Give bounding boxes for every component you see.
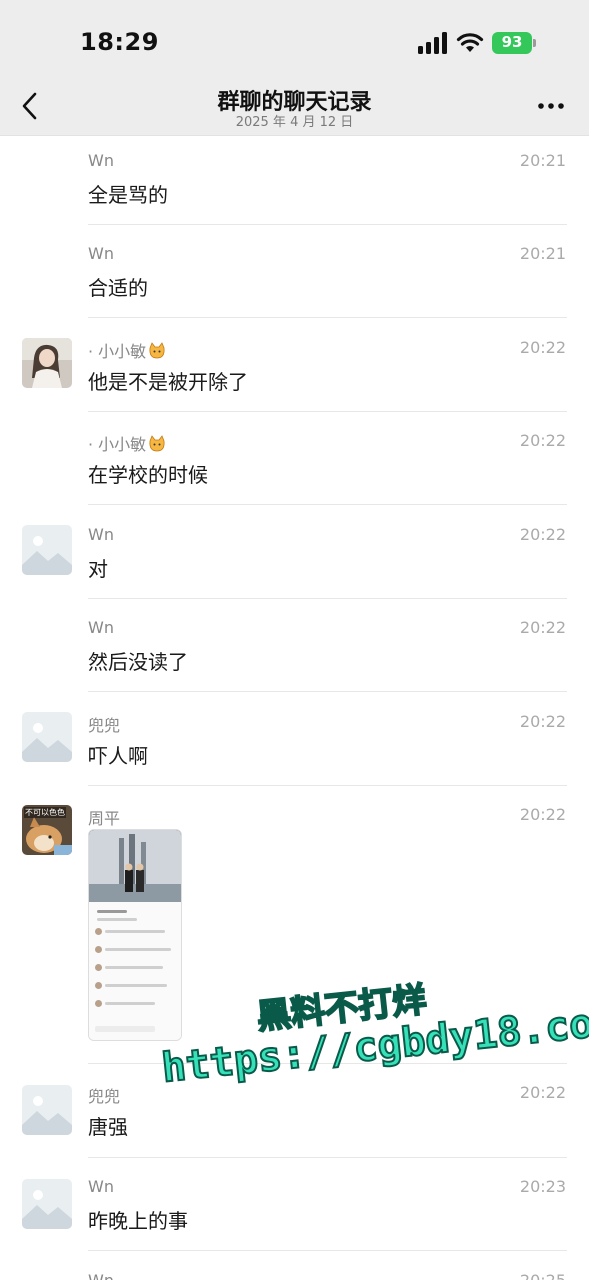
image-attachment[interactable] [88, 829, 182, 1041]
message-time: 20:22 [519, 338, 566, 357]
sender-name: Wn [88, 1271, 114, 1280]
message-time: 20:22 [519, 805, 566, 824]
message-text: 唐强 [88, 1115, 128, 1139]
page-subtitle-date: 2025 年 4 月 12 日 [235, 115, 354, 130]
avatar-placeholder[interactable] [22, 1085, 72, 1135]
chat-message[interactable]: · 小小敏 20:22 他是不是被开除了 [0, 324, 589, 417]
sender-name: Wn [88, 151, 114, 170]
sender-name: Wn [88, 1177, 114, 1196]
message-divider [88, 1250, 567, 1251]
chat-message[interactable]: Wn 20:22 然后没读了 [0, 604, 589, 697]
message-time: 20:25 [520, 1271, 566, 1280]
chat-message[interactable]: Wn 20:21 全是骂的 [0, 137, 589, 230]
message-divider [88, 785, 567, 786]
message-divider [88, 1063, 567, 1064]
message-time: 20:22 [519, 1083, 566, 1102]
avatar-placeholder[interactable] [22, 1179, 72, 1229]
message-time: 20:23 [519, 1177, 566, 1196]
message-time: 20:22 [519, 525, 566, 544]
chat-message[interactable]: 不可以色色 周平 20:22 [0, 791, 589, 1064]
chat-message[interactable]: 兜兜 20:22 吓人啊 [0, 698, 589, 791]
message-time: 20:22 [519, 712, 566, 731]
battery-level: 93 [501, 33, 523, 51]
avatar-placeholder[interactable] [22, 525, 72, 575]
message-time: 20:21 [519, 244, 566, 263]
status-bar: 18:29 93 [0, 0, 589, 80]
message-divider [88, 411, 567, 412]
message-text: 对 [88, 557, 108, 581]
sender-name: · 小小敏 [88, 431, 166, 455]
sender-name: 兜兜 [88, 716, 121, 735]
avatar-placeholder[interactable] [22, 712, 72, 762]
status-time: 18:29 [80, 28, 159, 56]
wifi-icon [456, 33, 484, 52]
attachment-comment-sheet [89, 902, 181, 1040]
message-time: 20:21 [519, 151, 566, 170]
message-text: 吓人啊 [88, 744, 148, 768]
message-text: 然后没读了 [88, 650, 188, 674]
message-text: 全是骂的 [88, 183, 168, 207]
message-text: 合适的 [88, 276, 148, 300]
sender-name: · 小小敏 [88, 338, 166, 362]
message-text: 昨晚上的事 [88, 1209, 188, 1233]
message-time: 20:22 [519, 618, 566, 637]
nav-bar: 群聊的聊天记录 2025 年 4 月 12 日 [0, 80, 589, 136]
battery-icon: 93 [492, 32, 536, 54]
message-time: 20:22 [519, 431, 566, 450]
more-options-icon[interactable] [536, 96, 566, 116]
chat-message[interactable]: Wn 20:23 昨晚上的事 [0, 1171, 589, 1264]
message-divider [88, 691, 567, 692]
chat-message[interactable]: · 小小敏 20:22 在学校的时候 [0, 417, 589, 510]
message-text: 他是不是被开除了 [88, 370, 248, 394]
sender-name: Wn [88, 244, 114, 263]
cat-emoji-icon [149, 435, 165, 452]
message-divider [88, 224, 567, 225]
cellular-signal-icon [418, 32, 447, 54]
avatar-caption: 不可以色色 [24, 807, 66, 818]
chat-message[interactable]: Wn 20:25 [0, 1265, 589, 1280]
message-divider [88, 317, 567, 318]
chat-message[interactable]: Wn 20:22 对 [0, 511, 589, 604]
avatar-dog-meme[interactable]: 不可以色色 [22, 805, 72, 855]
sender-name: 周平 [88, 809, 121, 828]
sender-name: Wn [88, 618, 114, 637]
avatar-girl-photo[interactable] [22, 338, 72, 388]
cat-emoji-icon [149, 342, 165, 359]
message-divider [88, 504, 567, 505]
message-divider [88, 1157, 567, 1158]
sender-name: 兜兜 [88, 1087, 121, 1106]
sender-name: Wn [88, 525, 114, 544]
chat-message[interactable]: Wn 20:21 合适的 [0, 230, 589, 323]
chat-message[interactable]: 兜兜 20:22 唐强 [0, 1077, 589, 1170]
chat-history-list[interactable]: Wn 20:21 全是骂的 Wn 20:21 合适的 · 小小敏 20:22 他… [0, 137, 589, 1280]
message-divider [88, 598, 567, 599]
attachment-photo [89, 830, 181, 902]
message-text: 在学校的时候 [88, 463, 208, 487]
